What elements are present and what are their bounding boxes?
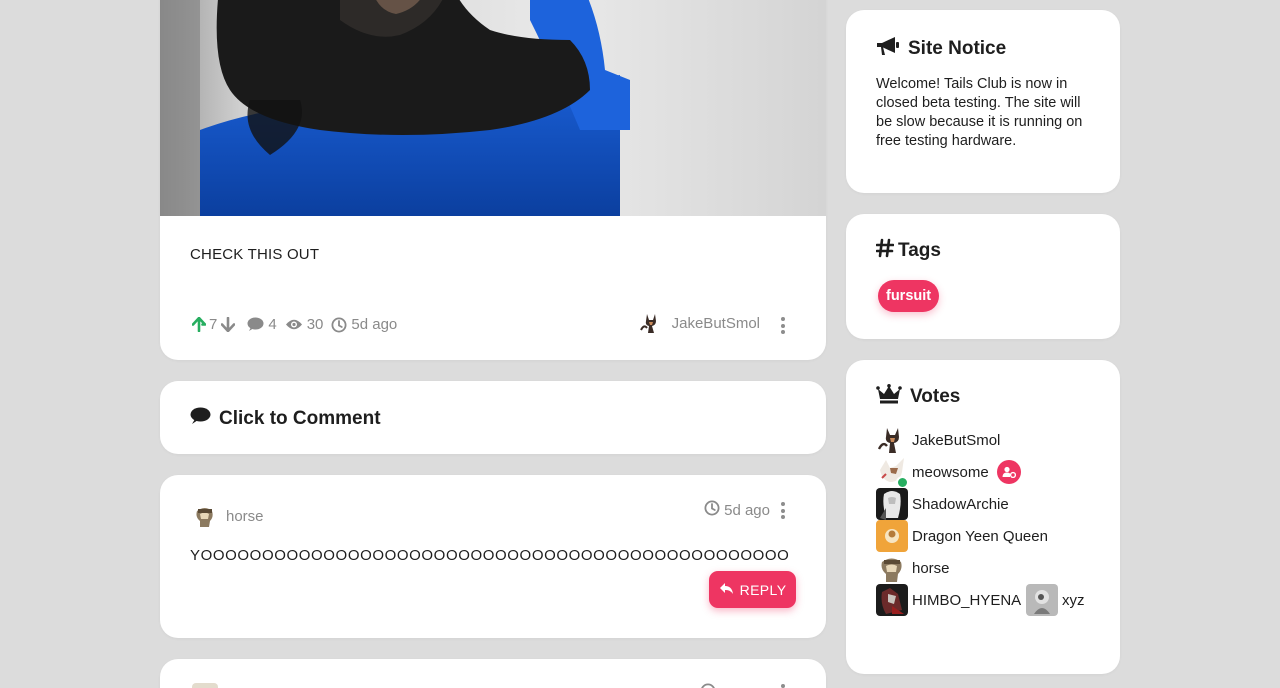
voter-name: horse — [912, 559, 950, 577]
site-notice-text: Welcome! Tails Club is now in closed bet… — [876, 76, 1083, 149]
user-gear-icon — [996, 460, 1021, 484]
voter-dragon-yeen-queen[interactable]: Dragon Yeen Queen — [876, 520, 1048, 552]
kebab-menu-icon[interactable] — [781, 317, 785, 337]
user-avatar — [876, 488, 908, 520]
user-avatar — [876, 424, 908, 456]
tag-fursuit[interactable]: fursuit — [878, 280, 940, 312]
voter-himbo-hyena[interactable]: HIMBO_HYENA — [876, 584, 1021, 616]
tags-title: Tags — [875, 238, 941, 264]
view-count-value: 30 — [306, 316, 324, 333]
reply-arrow-icon — [719, 582, 734, 598]
post-age-value: 5d ago — [351, 316, 398, 333]
voter-xyz[interactable]: xyz — [1026, 584, 1085, 616]
site-notice-label: Site Notice — [908, 38, 1007, 59]
post-text: CHECK THIS OUT — [190, 246, 320, 263]
voter-name: JakeButSmol — [912, 431, 1001, 449]
votes-label: Votes — [910, 386, 961, 407]
voter-shadowarchie[interactable]: ShadowArchie — [876, 488, 1009, 520]
tags-card: Tags fursuit — [846, 214, 1120, 339]
post-photo — [160, 0, 826, 216]
click-to-comment-label: Click to Comment — [219, 408, 381, 429]
voter-name: HIMBO_HYENA — [912, 591, 1022, 609]
arrow-up-icon[interactable] — [192, 317, 206, 332]
reply-label: REPLY — [739, 581, 787, 598]
user-avatar — [192, 503, 218, 529]
post-meta: 7 4 30 5d ago — [192, 316, 405, 333]
eye-icon — [285, 318, 303, 331]
crown-icon — [876, 384, 902, 410]
votes-title: Votes — [876, 384, 960, 410]
user-avatar — [876, 520, 908, 552]
view-count: 30 — [285, 316, 324, 333]
comment-card — [160, 659, 826, 688]
site-notice-title: Site Notice — [876, 36, 1006, 62]
comment-card: horse 5d ago YOOOOOOOOOOOOOOOOOOOOOOOOOO… — [160, 475, 826, 638]
kebab-menu-icon[interactable] — [781, 502, 785, 522]
comment-age: 5d ago — [704, 500, 770, 520]
user-avatar — [876, 456, 909, 489]
hashtag-icon — [875, 238, 895, 264]
post-card: CHECK THIS OUT 7 4 30 5d ago JakeButSmol — [160, 0, 826, 360]
voter-name: Dragon Yeen Queen — [912, 527, 1048, 545]
user-avatar — [876, 584, 908, 616]
reply-button[interactable]: REPLY — [709, 571, 796, 608]
arrow-down-icon[interactable] — [221, 317, 236, 332]
user-avatar — [192, 683, 218, 688]
tags-label: Tags — [898, 240, 941, 261]
voter-meowsome[interactable]: meowsome — [876, 456, 1021, 489]
comment-count-value: 4 — [268, 316, 277, 333]
clock-icon — [700, 683, 716, 688]
comment-body: YOOOOOOOOOOOOOOOOOOOOOOOOOOOOOOOOOOOOOOO… — [190, 547, 790, 564]
post-age: 5d ago — [331, 316, 397, 333]
comment-age-value: 5d ago — [724, 501, 770, 519]
vote-controls: 7 — [192, 316, 236, 333]
votes-card: Votes JakeButSmol meowsome ShadowArchie … — [846, 360, 1120, 674]
voter-horse[interactable]: horse — [876, 552, 950, 584]
post-image[interactable] — [160, 0, 826, 216]
site-notice-card: Site Notice Welcome! Tails Club is now i… — [846, 10, 1120, 193]
clock-icon — [331, 317, 347, 333]
user-avatar — [1026, 584, 1058, 616]
click-to-comment[interactable]: Click to Comment — [190, 407, 381, 431]
author-avatar — [637, 310, 664, 336]
speech-bubble-icon — [190, 407, 211, 431]
speech-bubble-icon — [247, 317, 264, 332]
user-avatar — [876, 552, 908, 584]
click-to-comment-card[interactable]: Click to Comment — [160, 381, 826, 454]
comment-user-name: horse — [226, 507, 264, 525]
voter-jakebutsmol[interactable]: JakeButSmol — [876, 424, 1000, 456]
voter-name: ShadowArchie — [912, 495, 1009, 513]
upvote-count: 7 — [209, 316, 218, 333]
kebab-menu-icon[interactable] — [781, 684, 785, 688]
comment-user[interactable]: horse — [192, 503, 264, 529]
voter-name: meowsome — [912, 463, 989, 481]
comment-count: 4 — [247, 316, 277, 333]
author-name: JakeButSmol — [671, 314, 760, 332]
clock-icon — [704, 500, 720, 520]
megaphone-icon — [876, 36, 900, 62]
post-author[interactable]: JakeButSmol — [637, 310, 760, 336]
voter-name: xyz — [1062, 591, 1085, 609]
